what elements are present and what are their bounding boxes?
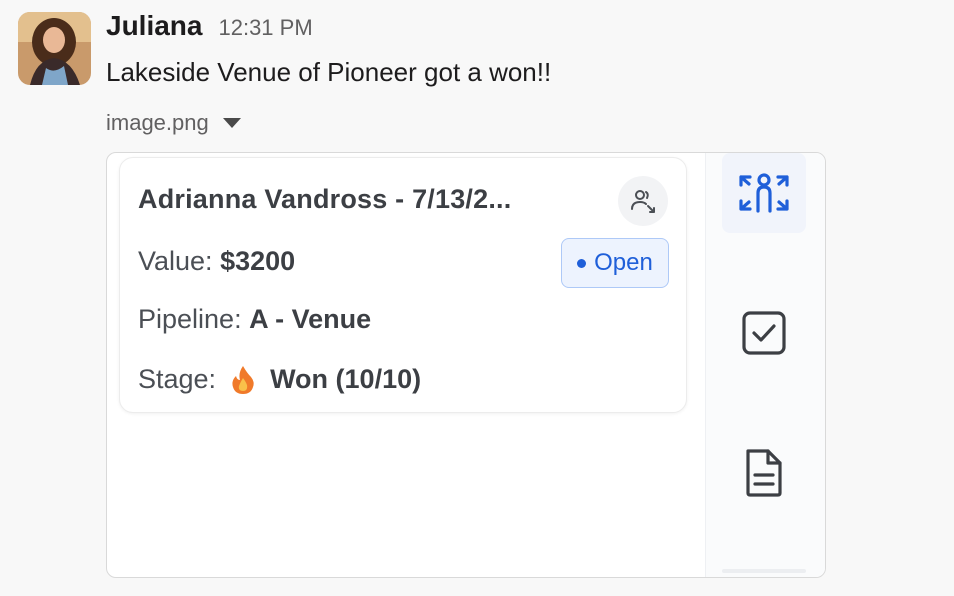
status-badge: Open (561, 238, 669, 288)
tasks-button[interactable] (722, 293, 806, 373)
timestamp[interactable]: 12:31 PM (218, 15, 312, 41)
username[interactable]: Juliana (106, 10, 202, 42)
avatar[interactable] (18, 12, 91, 85)
collapse-caret-icon[interactable] (222, 118, 241, 128)
document-icon (746, 449, 782, 497)
notes-button[interactable] (722, 433, 806, 513)
message-header: Juliana 12:31 PM (106, 10, 313, 42)
deal-title: Adrianna Vandross - 7/13/2... (138, 184, 512, 214)
pipeline-value: A - Venue (249, 304, 372, 334)
image-attachment[interactable]: Adrianna Vandross - 7/13/2... Value: $32… (106, 152, 826, 578)
checkbox-icon (742, 311, 786, 355)
stage-value: Won (10/10) (270, 364, 422, 394)
message-text: Lakeside Venue of Pioneer got a won!! (106, 57, 552, 87)
pipeline-row: Pipeline: A - Venue (138, 304, 371, 335)
value-amount: $3200 (220, 246, 296, 276)
deal-card: Adrianna Vandross - 7/13/2... Value: $32… (119, 157, 687, 413)
fire-icon (232, 365, 254, 394)
stage-row: Stage: Won (10/10) (138, 364, 421, 395)
contact-expand-button[interactable] (722, 153, 806, 233)
side-action-bar (705, 153, 825, 577)
expand-contact-icon (739, 173, 789, 213)
value-label: Value: (138, 246, 213, 276)
status-label: Open (594, 249, 653, 276)
attachment-header: image.png (106, 110, 241, 136)
side-bar-scroll-edge (722, 569, 806, 573)
status-dot-icon (577, 258, 587, 268)
attachment-filename[interactable]: image.png (106, 110, 209, 136)
stage-label: Stage: (138, 364, 217, 394)
deal-value-row: Value: $3200 (138, 246, 295, 277)
pipeline-label: Pipeline: (138, 304, 242, 334)
assign-user-button[interactable] (618, 176, 668, 226)
user-assign-icon (631, 190, 655, 213)
